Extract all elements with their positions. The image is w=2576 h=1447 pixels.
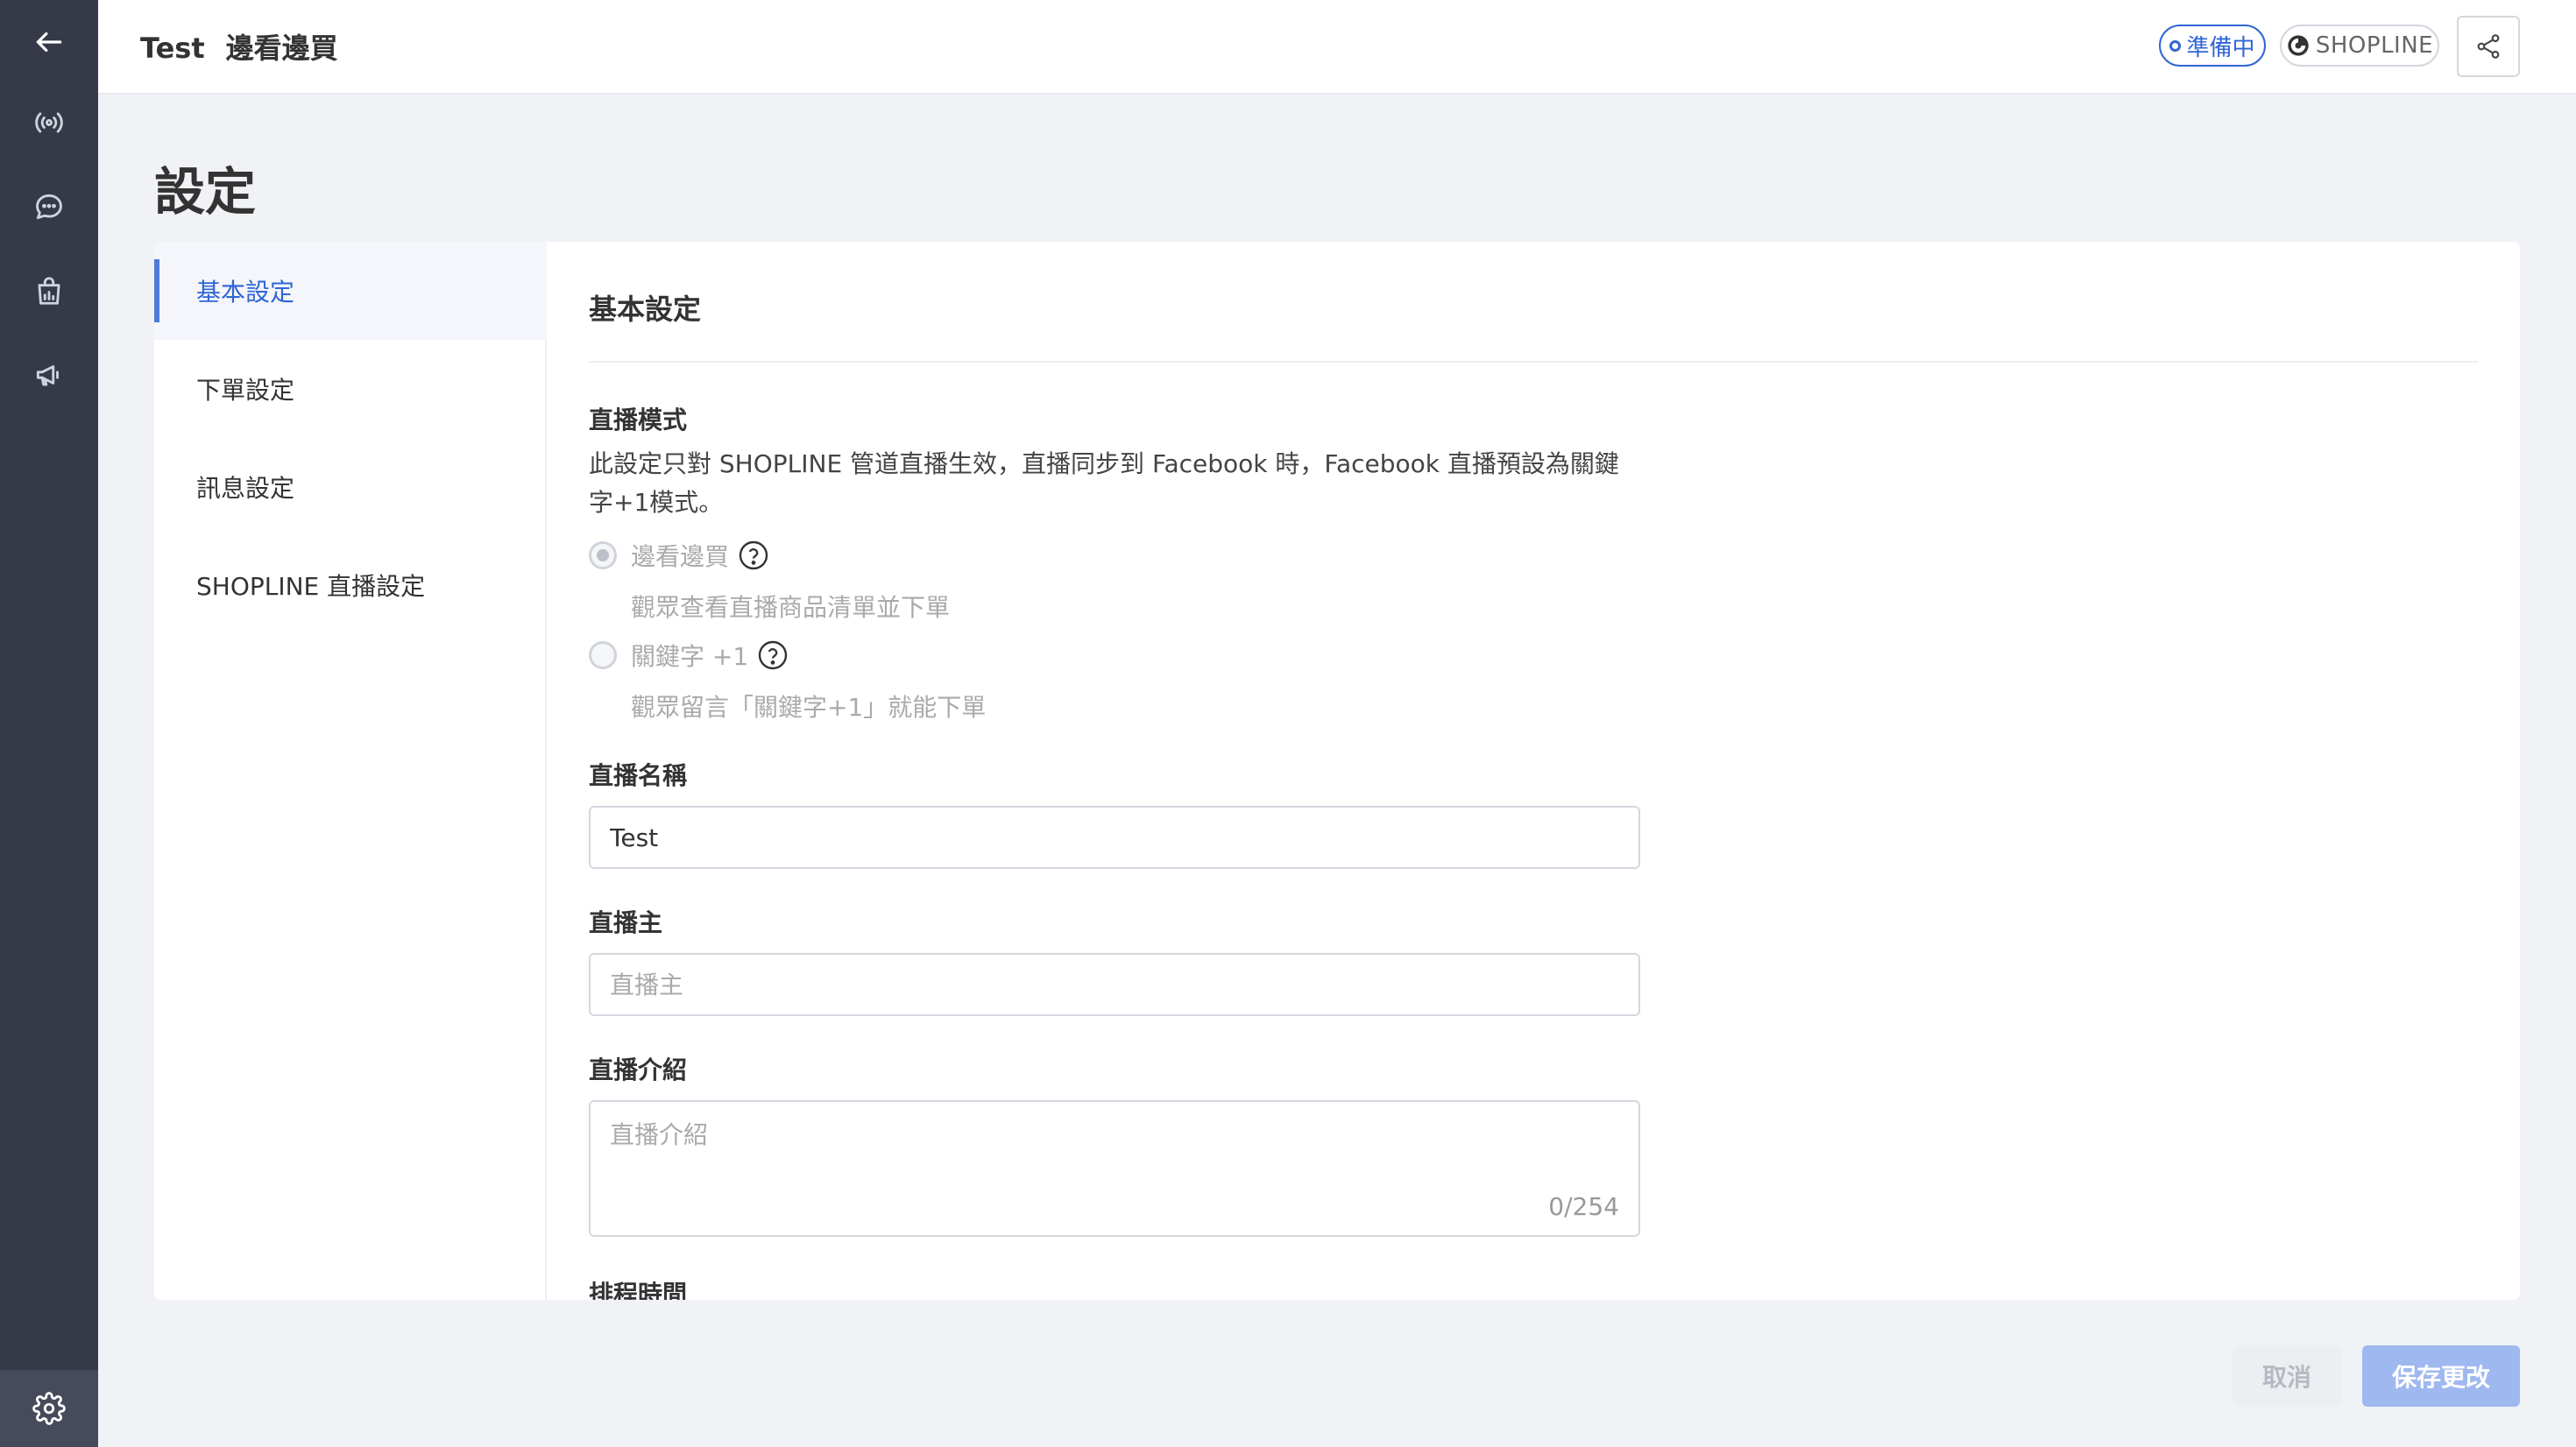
sidebar-item-shopline-live[interactable]: SHOPLINE 直播設定 [154, 536, 547, 634]
intro-textarea-box: 0/254 [589, 1100, 1640, 1237]
shopping-bag-chart-icon[interactable] [0, 249, 98, 333]
cancel-button[interactable]: 取消 [2233, 1345, 2341, 1407]
live-broadcast-icon[interactable] [0, 81, 98, 165]
top-bar: Test 邊看邊買 準備中 SHOPLINE [98, 0, 2576, 95]
chat-bubble-icon[interactable] [0, 165, 98, 249]
radio-description: 觀眾查看直播商品清單並下單 [631, 593, 951, 622]
radio-selected-icon[interactable] [589, 541, 617, 569]
section-title: 基本設定 [589, 293, 702, 326]
question-mark-icon[interactable] [738, 540, 769, 571]
divider [589, 361, 2478, 363]
channel-badge: SHOPLINE [2280, 25, 2439, 67]
status-dot-icon [2169, 39, 2182, 52]
live-name-label: 直播名稱 [589, 761, 688, 790]
settings-content: 基本設定 直播模式 此設定只對 SHOPLINE 管道直播生效，直播同步到 Fa… [589, 242, 2478, 1300]
share-button[interactable] [2457, 16, 2520, 77]
radio-label: 關鍵字 +1 [631, 642, 749, 671]
char-counter: 0/254 [1548, 1192, 1619, 1221]
page-title: 設定 [154, 162, 257, 222]
app-rail [0, 0, 98, 1447]
live-mode-label: 直播模式 [589, 406, 688, 434]
host-input[interactable] [589, 953, 1640, 1016]
megaphone-icon[interactable] [0, 333, 98, 417]
settings-card: 基本設定 下單設定 訊息設定 SHOPLINE 直播設定 基本設定 直播模式 此… [154, 242, 2520, 1300]
back-arrow-icon[interactable] [0, 0, 98, 84]
radio-label: 邊看邊買 [631, 542, 730, 571]
shopline-logo-icon [2288, 35, 2309, 56]
channel-name: SHOPLINE [2315, 32, 2434, 59]
live-name-input[interactable] [589, 806, 1640, 869]
sidebar-item-order[interactable]: 下單設定 [154, 340, 547, 438]
settings-sidebar: 基本設定 下單設定 訊息設定 SHOPLINE 直播設定 [154, 242, 547, 1300]
live-mode-description: 此設定只對 SHOPLINE 管道直播生效，直播同步到 Facebook 時，F… [589, 449, 1619, 517]
radio-unselected-icon[interactable] [589, 641, 617, 669]
live-name: Test [140, 32, 205, 65]
sidebar-item-basic[interactable]: 基本設定 [154, 242, 547, 340]
intro-textarea[interactable] [610, 1116, 1617, 1186]
intro-label: 直播介紹 [589, 1055, 688, 1084]
radio-option-keyword[interactable]: 關鍵字 +1 [589, 638, 789, 673]
status-text: 準備中 [2186, 34, 2255, 61]
sidebar-item-message[interactable]: 訊息設定 [154, 438, 547, 536]
radio-description: 觀眾留言「關鍵字+1」就能下單 [631, 693, 987, 722]
live-mode-name: 邊看邊買 [225, 32, 338, 65]
question-mark-icon[interactable] [757, 639, 789, 671]
settings-gear-icon[interactable] [0, 1370, 98, 1447]
status-badge: 準備中 [2159, 25, 2266, 67]
host-label: 直播主 [589, 908, 663, 937]
live-title: Test 邊看邊買 [140, 26, 359, 67]
radio-option-watch-buy[interactable]: 邊看邊買 [589, 538, 769, 573]
schedule-label: 排程時間 [589, 1280, 688, 1300]
share-icon [2477, 34, 2500, 59]
save-button[interactable]: 保存更改 [2362, 1345, 2520, 1407]
